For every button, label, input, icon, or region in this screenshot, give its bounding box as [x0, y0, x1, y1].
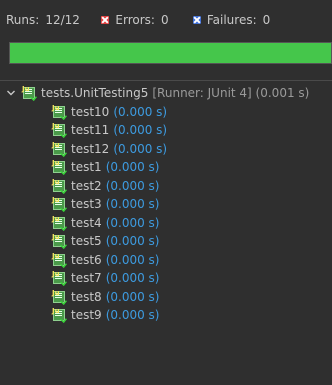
junit-test-icon: Ju	[52, 271, 67, 287]
progress-bar	[9, 42, 332, 64]
divider	[0, 80, 332, 81]
junit-test-icon: Ju	[52, 141, 67, 157]
test-row[interactable]: Ju test1 (0.000 s)	[0, 158, 332, 177]
junit-suite-icon: Ju	[22, 86, 37, 102]
test-time: (0.000 s)	[105, 197, 160, 212]
test-name: test1	[71, 160, 102, 175]
runs-stat: Runs: 12/12	[6, 13, 101, 27]
test-row[interactable]: Ju test5 (0.000 s)	[0, 232, 332, 251]
test-row[interactable]: Ju test8 (0.000 s)	[0, 288, 332, 307]
test-name: test12	[71, 141, 110, 156]
failures-value: 0	[262, 13, 271, 27]
test-time: (0.000 s)	[113, 104, 168, 119]
junit-test-icon: Ju	[52, 289, 67, 305]
test-name: test10	[71, 104, 110, 119]
failure-icon	[192, 16, 201, 24]
test-row[interactable]: Ju test10 (0.000 s)	[0, 103, 332, 122]
suite-row[interactable]: Ju tests.UnitTesting5 [Runner: JUnit 4] …	[0, 84, 332, 103]
test-row[interactable]: Ju test7 (0.000 s)	[0, 269, 332, 288]
junit-panel: Runs: 12/12 Errors: 0 Failures: 0 Ju tes…	[0, 0, 332, 385]
runs-value: 12/12	[45, 13, 80, 27]
test-time: (0.000 s)	[113, 123, 168, 138]
junit-test-icon: Ju	[52, 308, 67, 324]
runs-label: Runs:	[6, 13, 40, 27]
test-time: (0.000 s)	[105, 160, 160, 175]
chevron-down-icon[interactable]	[6, 88, 16, 98]
test-name: test6	[71, 252, 102, 267]
junit-test-icon: Ju	[52, 252, 67, 268]
test-summary: Runs: 12/12 Errors: 0 Failures: 0	[0, 0, 332, 40]
test-time: (0.000 s)	[105, 308, 160, 323]
progress-fill	[10, 43, 331, 63]
failures-label: Failures:	[206, 13, 257, 27]
test-name: test9	[71, 308, 102, 323]
test-time: (0.000 s)	[113, 141, 168, 156]
error-icon	[101, 16, 110, 24]
errors-stat: Errors: 0	[101, 13, 192, 27]
junit-test-icon: Ju	[52, 104, 67, 120]
test-time: (0.000 s)	[105, 289, 160, 304]
junit-test-icon: Ju	[52, 160, 67, 176]
test-name: test11	[71, 123, 110, 138]
test-row[interactable]: Ju test2 (0.000 s)	[0, 177, 332, 196]
test-row[interactable]: Ju test11 (0.000 s)	[0, 121, 332, 140]
junit-test-icon: Ju	[52, 234, 67, 250]
errors-label: Errors:	[115, 13, 155, 27]
test-name: test2	[71, 178, 102, 193]
failures-stat: Failures: 0	[192, 13, 332, 27]
junit-test-icon: Ju	[52, 123, 67, 139]
suite-detail: [Runner: JUnit 4] (0.001 s)	[152, 86, 310, 101]
test-name: test8	[71, 289, 102, 304]
test-time: (0.000 s)	[105, 234, 160, 249]
test-time: (0.000 s)	[105, 252, 160, 267]
test-row[interactable]: Ju test3 (0.000 s)	[0, 195, 332, 214]
test-name: test7	[71, 271, 102, 286]
test-row[interactable]: Ju test6 (0.000 s)	[0, 251, 332, 270]
test-name: test3	[71, 197, 102, 212]
junit-test-icon: Ju	[52, 178, 67, 194]
test-time: (0.000 s)	[105, 178, 160, 193]
test-name: test4	[71, 215, 102, 230]
test-time: (0.000 s)	[105, 271, 160, 286]
test-row[interactable]: Ju test12 (0.000 s)	[0, 140, 332, 159]
junit-test-icon: Ju	[52, 197, 67, 213]
test-name: test5	[71, 234, 102, 249]
junit-test-icon: Ju	[52, 215, 67, 231]
test-tree[interactable]: Ju tests.UnitTesting5 [Runner: JUnit 4] …	[0, 84, 332, 325]
errors-value: 0	[160, 13, 169, 27]
test-row[interactable]: Ju test9 (0.000 s)	[0, 306, 332, 325]
test-row[interactable]: Ju test4 (0.000 s)	[0, 214, 332, 233]
test-time: (0.000 s)	[105, 215, 160, 230]
suite-name: tests.UnitTesting5	[41, 86, 149, 101]
